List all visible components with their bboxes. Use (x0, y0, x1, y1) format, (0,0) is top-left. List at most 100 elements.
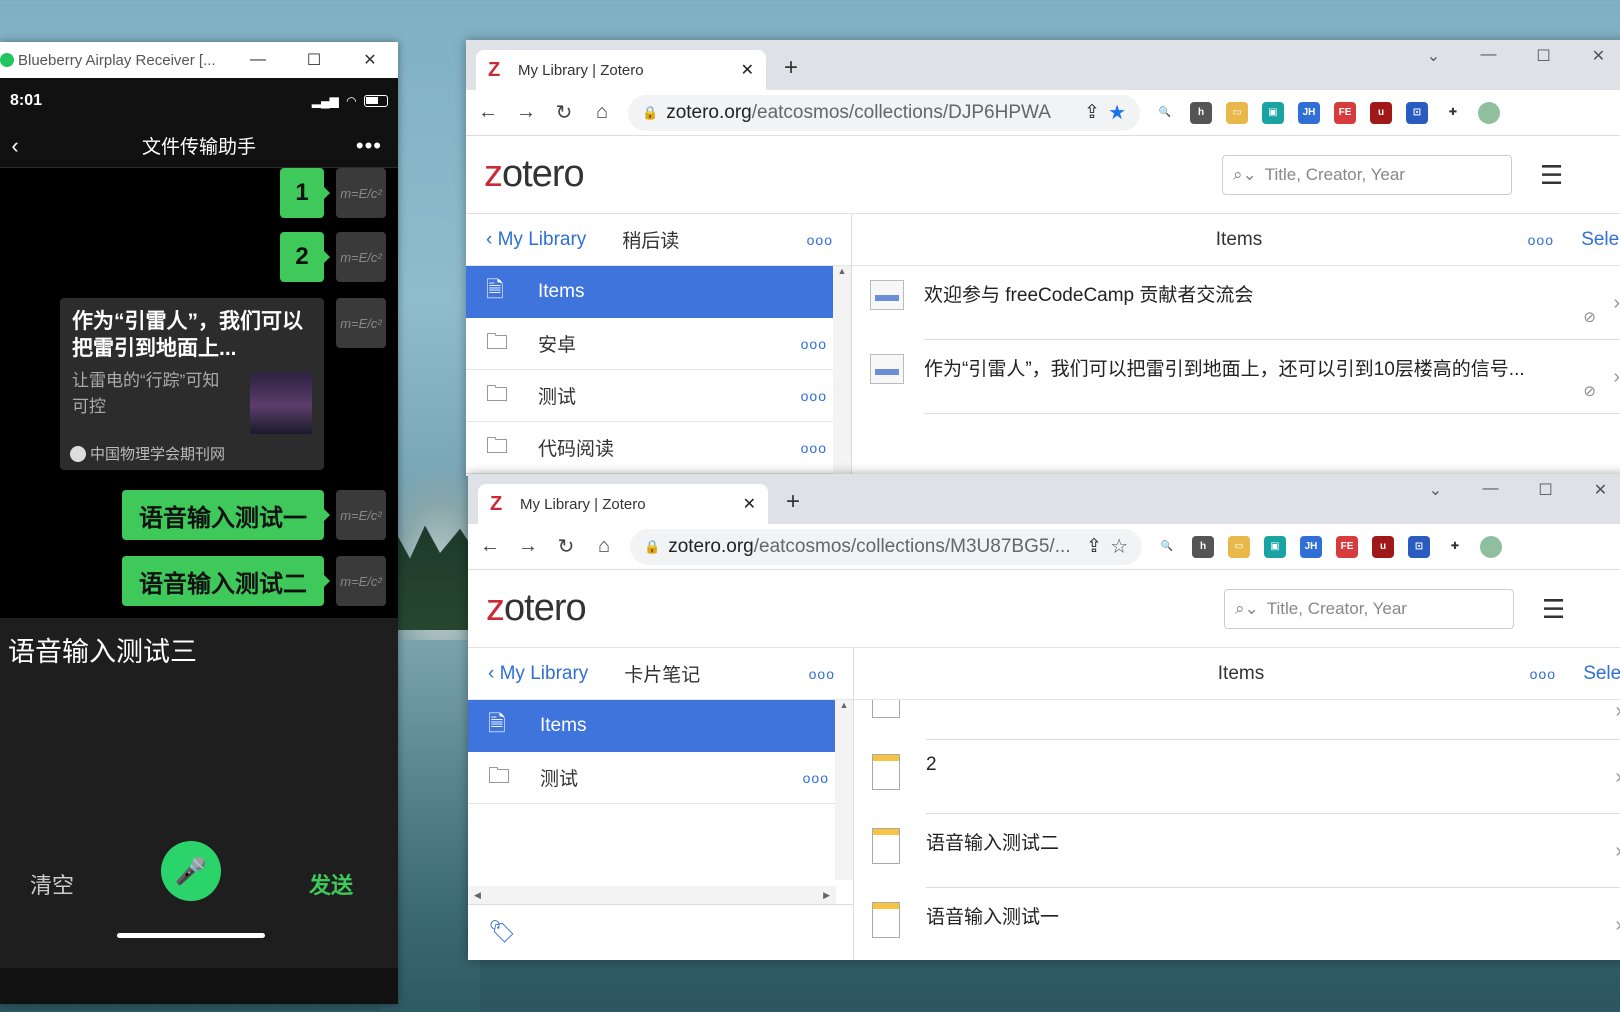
more-icon[interactable]: ••• (356, 133, 382, 159)
puzzle-extensions-icon[interactable]: ✚ (1442, 102, 1464, 124)
item-options-icon[interactable]: ooo (801, 336, 827, 352)
search-input[interactable]: ⌕⌄ Title, Creator, Year (1224, 589, 1514, 629)
list-item[interactable]: 作为“引雷人”，我们可以把雷引到地面上，还可以引到10层楼高的信号... ⊘ › (852, 340, 1620, 414)
my-library-back-link[interactable]: ‹ My Library (486, 229, 586, 251)
back-arrow-icon[interactable]: ← (476, 101, 500, 124)
select-button[interactable]: Select (1583, 663, 1620, 685)
sidebar-scrollbar[interactable]: ▲ (835, 700, 853, 880)
hamburger-menu-icon[interactable]: ☰ (1540, 160, 1563, 191)
avatar[interactable]: m=E/c² (336, 168, 386, 218)
fe-extension-icon[interactable]: FE (1334, 101, 1356, 124)
maximize-button[interactable]: ☐ (1516, 46, 1571, 66)
folder-extension-icon[interactable]: ▭ (1228, 535, 1250, 558)
list-item[interactable]: 2 › (854, 740, 1620, 814)
items-options-icon[interactable]: ooo (1530, 666, 1556, 682)
tab-zotero[interactable]: Z My Library | Zotero ✕ (478, 484, 768, 524)
send-button[interactable]: 发送 (309, 868, 353, 900)
sidebar-item-items[interactable]: 🗎 Items (466, 266, 851, 318)
item-options-icon[interactable]: ooo (801, 388, 827, 404)
close-tab-icon[interactable]: ✕ (741, 60, 754, 80)
address-bar[interactable]: 🔒 zotero.org/eatcosmos/collections/DJP6H… (628, 94, 1140, 131)
sidebar-item-collection[interactable]: 🗀 测试 ooo (468, 752, 853, 804)
sidebar-item-collection[interactable]: 🗀 代码阅读 ooo (466, 422, 851, 474)
search-input[interactable]: ⌕⌄ Title, Creator, Year (1222, 155, 1512, 195)
avatar[interactable]: m=E/c² (336, 490, 386, 540)
chat-message-list[interactable]: 1 m=E/c² 2 m=E/c² 作为“引雷人”，我们可以把雷引到地面上...… (0, 168, 398, 618)
tab-search-icon[interactable]: ⌄ (1408, 480, 1463, 500)
list-item[interactable]: 语音输入测试一 › (854, 888, 1620, 960)
maximize-button[interactable]: ☐ (1518, 480, 1573, 500)
fe-extension-icon[interactable]: FE (1336, 535, 1358, 558)
tag-icon[interactable]: 🏷 (488, 919, 516, 944)
avatar[interactable]: m=E/c² (336, 556, 386, 606)
home-indicator[interactable] (117, 933, 265, 938)
bookmark-star-icon[interactable]: ☆ (1110, 534, 1128, 559)
zotero-logo[interactable]: zotero (484, 153, 585, 196)
tab-zotero[interactable]: Z My Library | Zotero ✕ (476, 50, 766, 90)
message-bubble[interactable]: 2 (280, 232, 330, 282)
maximize-button[interactable]: ☐ (286, 50, 342, 70)
select-button[interactable]: Select (1581, 229, 1620, 251)
lock-extension-icon[interactable]: ⊡ (1406, 101, 1428, 124)
list-item[interactable]: 语音输入测试二 › (854, 814, 1620, 888)
microphone-icon[interactable]: 🎤 (161, 841, 221, 901)
sidebar-item-collection[interactable]: 🗀 测试 ooo (466, 370, 851, 422)
home-icon[interactable]: ⌂ (592, 535, 616, 558)
ublock-extension-icon[interactable]: u (1370, 101, 1392, 124)
jh-extension-icon[interactable]: JH (1298, 101, 1320, 124)
close-button[interactable]: ✕ (342, 50, 398, 70)
sidebar-scrollbar[interactable]: ▲ (833, 266, 851, 476)
tag-selector[interactable]: 🏷 (468, 904, 854, 960)
hamburger-menu-icon[interactable]: ☰ (1542, 594, 1565, 625)
items-options-icon[interactable]: ooo (1528, 232, 1554, 248)
tab-search-icon[interactable]: ⌄ (1406, 46, 1461, 66)
minimize-button[interactable]: — (1461, 46, 1516, 66)
my-library-back-link[interactable]: ‹ My Library (488, 663, 588, 685)
reload-icon[interactable]: ↻ (552, 100, 576, 125)
article-card[interactable]: 作为“引雷人”，我们可以把雷引到地面上... 让雷电的“行踪”可知可控 中国物理… (60, 298, 324, 470)
zotero-logo[interactable]: zotero (486, 587, 587, 630)
avatar[interactable]: m=E/c² (336, 232, 386, 282)
share-icon[interactable]: ⇪ (1086, 535, 1102, 558)
home-icon[interactable]: ⌂ (590, 101, 614, 124)
new-tab-button[interactable]: + (784, 54, 798, 82)
save-extension-icon[interactable]: ▣ (1262, 101, 1284, 124)
forward-arrow-icon[interactable]: → (516, 535, 540, 558)
new-tab-button[interactable]: + (786, 488, 800, 516)
sidebar-item-items[interactable]: 🗎 Items (468, 700, 853, 752)
sidebar-item-collection[interactable]: 🗀 安卓 ooo (466, 318, 851, 370)
folder-extension-icon[interactable]: ▭ (1226, 101, 1248, 124)
forward-arrow-icon[interactable]: → (514, 101, 538, 124)
list-item[interactable]: 欢迎参与 freeCodeCamp 贡献者交流会 ⊘ › (852, 266, 1620, 340)
avatar[interactable]: m=E/c² (336, 298, 386, 348)
close-button[interactable]: ✕ (1573, 480, 1620, 500)
voice-input-text[interactable]: 语音输入测试三 (0, 618, 398, 828)
list-item[interactable]: › (854, 700, 1620, 740)
message-bubble[interactable]: 语音输入测试一 (122, 490, 330, 540)
close-tab-icon[interactable]: ✕ (743, 494, 756, 514)
reload-icon[interactable]: ↻ (554, 534, 578, 559)
message-bubble[interactable]: 1 (280, 168, 330, 218)
profile-avatar[interactable] (1480, 535, 1502, 558)
collection-options-icon[interactable]: ooo (807, 232, 833, 248)
message-bubble[interactable]: 语音输入测试二 (122, 556, 330, 606)
magnifier-extension-icon[interactable]: 🔍 (1154, 102, 1176, 124)
h-extension-icon[interactable]: h (1192, 535, 1214, 558)
close-button[interactable]: ✕ (1571, 46, 1620, 66)
horizontal-scrollbar[interactable]: ◀ ▶ (468, 886, 836, 904)
clear-button[interactable]: 清空 (30, 868, 74, 900)
minimize-button[interactable]: — (230, 51, 286, 69)
bookmark-star-icon[interactable]: ★ (1108, 100, 1126, 125)
puzzle-extensions-icon[interactable]: ✚ (1444, 536, 1466, 558)
ublock-extension-icon[interactable]: u (1372, 535, 1394, 558)
jh-extension-icon[interactable]: JH (1300, 535, 1322, 558)
share-icon[interactable]: ⇪ (1084, 101, 1100, 124)
minimize-button[interactable]: — (1463, 480, 1518, 500)
back-arrow-icon[interactable]: ← (478, 535, 502, 558)
save-extension-icon[interactable]: ▣ (1264, 535, 1286, 558)
collection-options-icon[interactable]: ooo (809, 666, 835, 682)
chevron-left-icon[interactable]: ‹ (0, 133, 30, 159)
lock-extension-icon[interactable]: ⊡ (1408, 535, 1430, 558)
profile-avatar[interactable] (1478, 101, 1500, 124)
address-bar[interactable]: 🔒 zotero.org/eatcosmos/collections/M3U87… (630, 528, 1142, 565)
